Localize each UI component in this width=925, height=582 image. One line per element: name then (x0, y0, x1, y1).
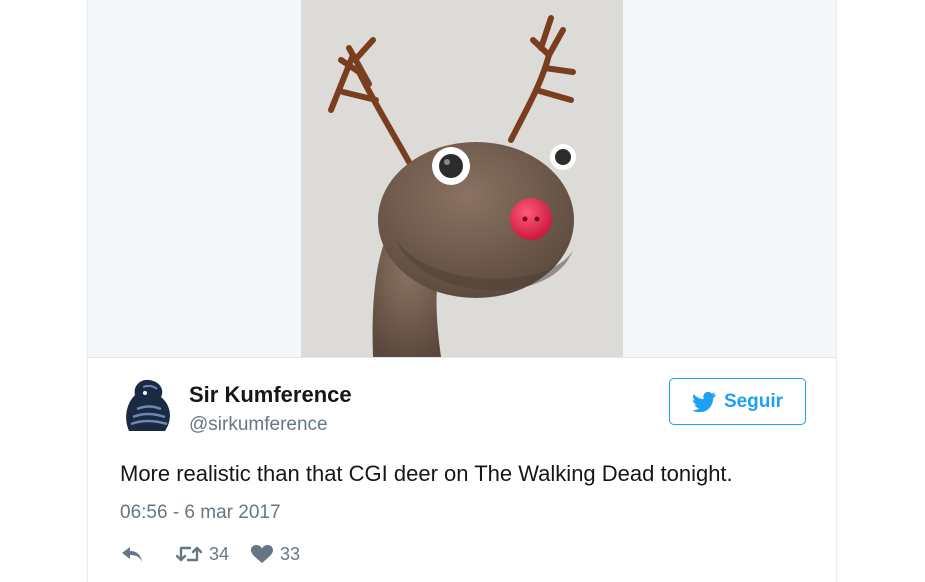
sock-puppet-reindeer-photo[interactable] (301, 0, 623, 357)
like-button[interactable]: 33 (251, 544, 300, 565)
author-handle[interactable]: @sirkumference (189, 414, 328, 436)
author-name[interactable]: Sir Kumference (189, 382, 352, 408)
retweet-button[interactable]: 34 (176, 544, 229, 565)
sock-puppet-illustration (328, 15, 576, 357)
reply-button[interactable] (120, 545, 144, 563)
tweet-text: More realistic than that CGI deer on The… (120, 461, 733, 486)
twitter-bird-icon (691, 391, 716, 412)
tweet-timestamp[interactable]: 06:56 - 6 mar 2017 (120, 502, 281, 524)
tweet-media[interactable] (88, 0, 836, 358)
follow-button[interactable]: Seguir (669, 378, 806, 425)
reply-icon (122, 547, 142, 562)
tweet-actions: 34 33 (120, 541, 300, 567)
retweet-count: 34 (209, 543, 230, 564)
author-avatar[interactable] (121, 377, 173, 433)
tweet-card: Sir Kumference @sirkumference Seguir Mor… (87, 0, 837, 582)
heart-icon (251, 544, 274, 563)
follow-label: Seguir (723, 390, 784, 412)
like-count: 33 (280, 543, 301, 564)
avatar-icon (126, 379, 170, 431)
retweet-icon (176, 546, 202, 562)
